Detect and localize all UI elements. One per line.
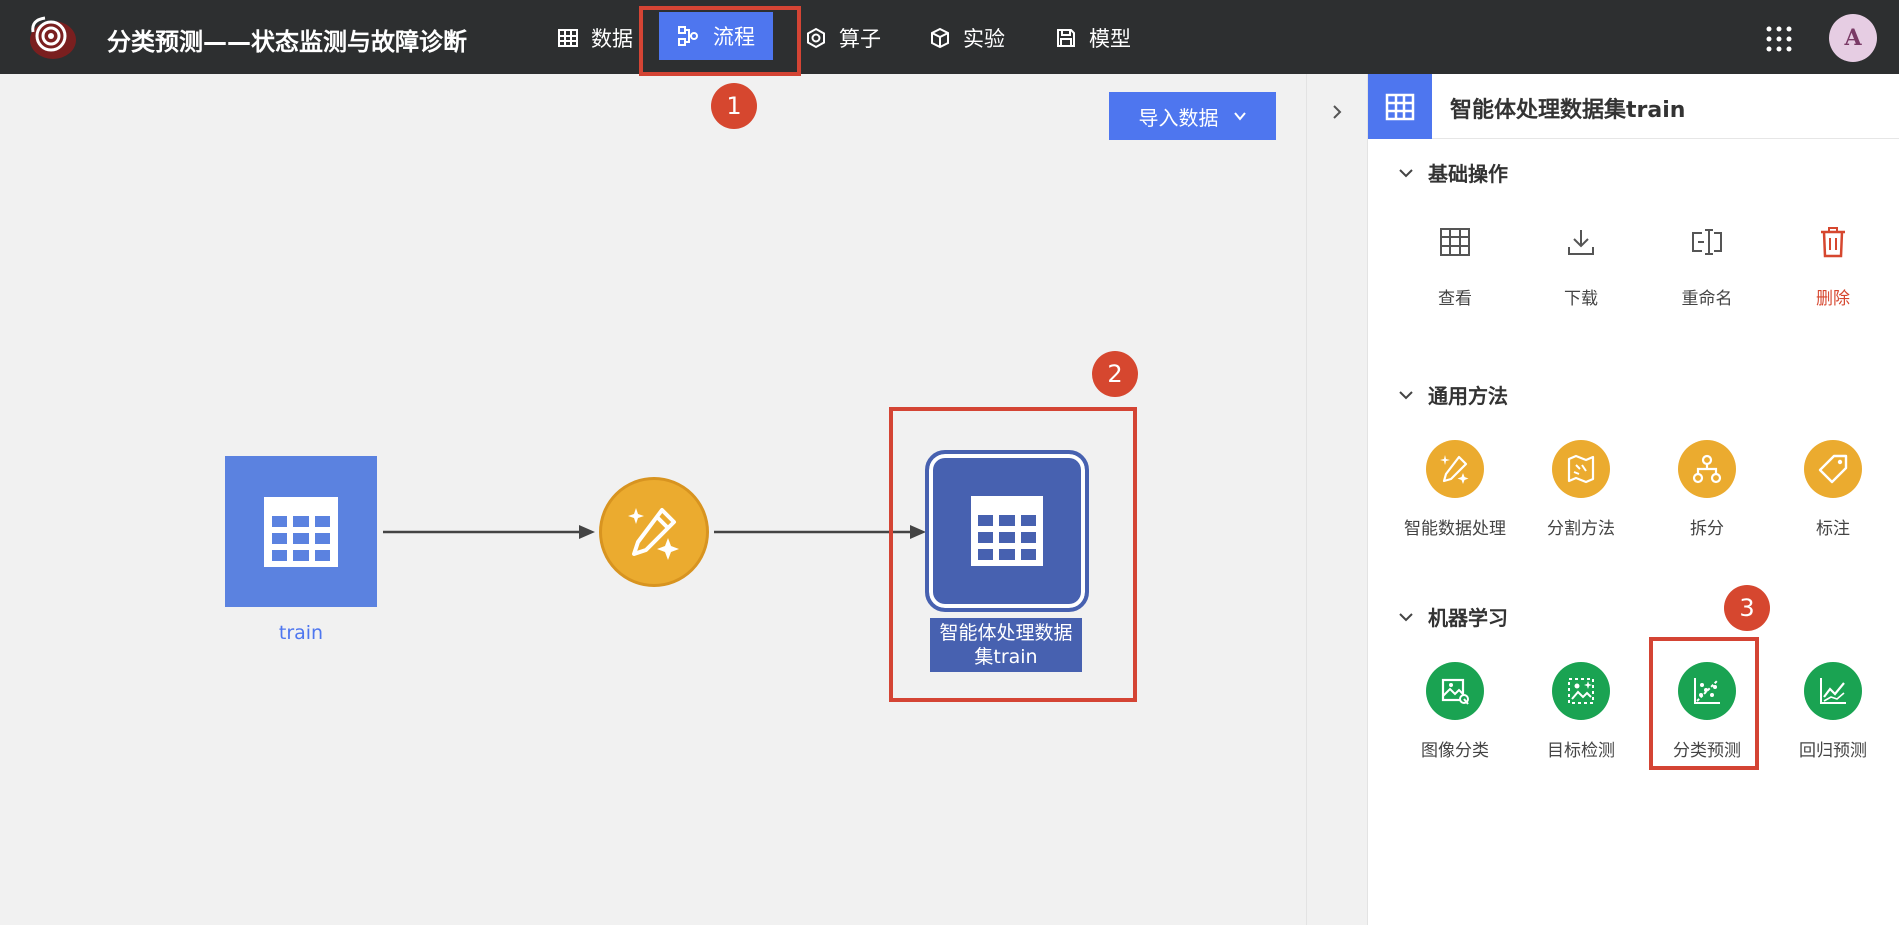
step-badge-3: 3	[1724, 585, 1770, 631]
chevron-down-icon	[1233, 112, 1246, 121]
highlight-box-classification-tool	[1649, 637, 1759, 770]
tool-label: 回归预测	[1799, 741, 1867, 761]
nav-tab-operators[interactable]: 算子	[805, 22, 881, 54]
section-title-label: 基础操作	[1428, 162, 1508, 186]
tool-object-detection[interactable]: 目标检测	[1518, 662, 1644, 761]
section-general-methods[interactable]: 通用方法	[1398, 380, 1508, 409]
tool-label: 智能数据处理	[1404, 519, 1506, 539]
node-train[interactable]	[225, 456, 377, 607]
section-title-label: 机器学习	[1428, 606, 1508, 630]
section-machine-learning[interactable]: 机器学习	[1398, 602, 1508, 631]
tool-label: 目标检测	[1547, 741, 1615, 761]
object-detect-icon	[1552, 662, 1610, 720]
node-train-label: train	[278, 622, 324, 644]
tree-split-icon	[1678, 440, 1736, 498]
user-avatar[interactable]: A	[1829, 14, 1877, 62]
nav-tab-label: 算子	[839, 27, 881, 51]
import-data-button[interactable]: 导入数据	[1109, 92, 1276, 140]
magic-wand-icon	[1426, 440, 1484, 498]
table-icon	[1435, 222, 1475, 262]
rename-icon	[1687, 222, 1727, 262]
chevron-down-icon	[1399, 168, 1413, 177]
tool-view[interactable]: 查看	[1392, 222, 1518, 309]
map-split-icon	[1552, 440, 1610, 498]
tag-icon	[1804, 440, 1862, 498]
cube-icon	[931, 27, 949, 49]
nav-tab-label: 模型	[1089, 27, 1131, 51]
magic-wand-icon	[628, 508, 679, 560]
tool-label: 重命名	[1681, 289, 1733, 309]
tool-label: 拆分	[1690, 519, 1724, 539]
section-basic-ops[interactable]: 基础操作	[1398, 158, 1508, 187]
section-title-label: 通用方法	[1428, 384, 1508, 408]
nav-tab-label: 数据	[591, 27, 633, 51]
trash-icon	[1813, 222, 1853, 262]
panel-header: 智能体处理数据集train	[1368, 74, 1899, 139]
tool-rename[interactable]: 重命名	[1644, 222, 1770, 309]
image-classify-icon	[1426, 662, 1484, 720]
apps-grid-icon[interactable]	[1766, 26, 1792, 52]
line-chart-icon	[1804, 662, 1862, 720]
table-icon	[264, 496, 338, 567]
panel-collapse-toggle[interactable]	[1306, 74, 1367, 925]
tool-label: 下载	[1564, 289, 1598, 309]
tool-label: 标注	[1816, 519, 1850, 539]
hexagon-icon	[807, 27, 825, 49]
app-title: 分类预测——状态监测与故障诊断	[107, 28, 467, 56]
nav-tab-experiments[interactable]: 实验	[929, 22, 1005, 54]
edge-arrow	[383, 525, 595, 539]
highlight-box-flow-tab	[639, 6, 801, 76]
chevron-down-icon	[1399, 390, 1413, 399]
app-logo-icon[interactable]	[27, 14, 79, 62]
tool-download[interactable]: 下载	[1518, 222, 1644, 309]
tool-label: 查看	[1438, 289, 1472, 309]
save-icon	[1057, 29, 1075, 47]
step-badge-2: 2	[1092, 351, 1138, 397]
tool-image-classification[interactable]: 图像分类	[1392, 662, 1518, 761]
node-smart-process[interactable]	[599, 477, 709, 587]
tool-split-method[interactable]: 分割方法	[1518, 440, 1644, 539]
step-badge-1: 1	[711, 83, 757, 129]
table-icon	[1368, 74, 1432, 139]
panel-title: 智能体处理数据集train	[1450, 98, 1686, 123]
tool-split[interactable]: 拆分	[1644, 440, 1770, 539]
tool-regression-prediction[interactable]: 回归预测	[1770, 662, 1896, 761]
tool-label-annotation[interactable]: 标注	[1770, 440, 1896, 539]
nav-tab-label: 实验	[963, 27, 1005, 51]
chevron-right-icon	[1333, 105, 1342, 119]
tool-smart-data-processing[interactable]: 智能数据处理	[1392, 440, 1518, 539]
properties-panel: 智能体处理数据集train 基础操作 查看 下载 重命名 删除 通用方法 智能数…	[1367, 74, 1899, 925]
tool-label: 图像分类	[1421, 741, 1489, 761]
download-icon	[1561, 222, 1601, 262]
nav-tab-models[interactable]: 模型	[1055, 22, 1131, 54]
top-bar: 分类预测——状态监测与故障诊断 数据 流程 算子 实验 模型 A	[0, 0, 1899, 74]
chevron-down-icon	[1399, 612, 1413, 621]
tool-delete[interactable]: 删除	[1770, 222, 1896, 309]
table-icon	[558, 29, 578, 47]
highlight-box-dataset-node	[889, 407, 1137, 702]
tool-label: 分割方法	[1547, 519, 1615, 539]
tool-label: 删除	[1816, 289, 1850, 309]
nav-tab-data[interactable]: 数据	[557, 22, 633, 54]
import-data-label: 导入数据	[1138, 105, 1219, 130]
